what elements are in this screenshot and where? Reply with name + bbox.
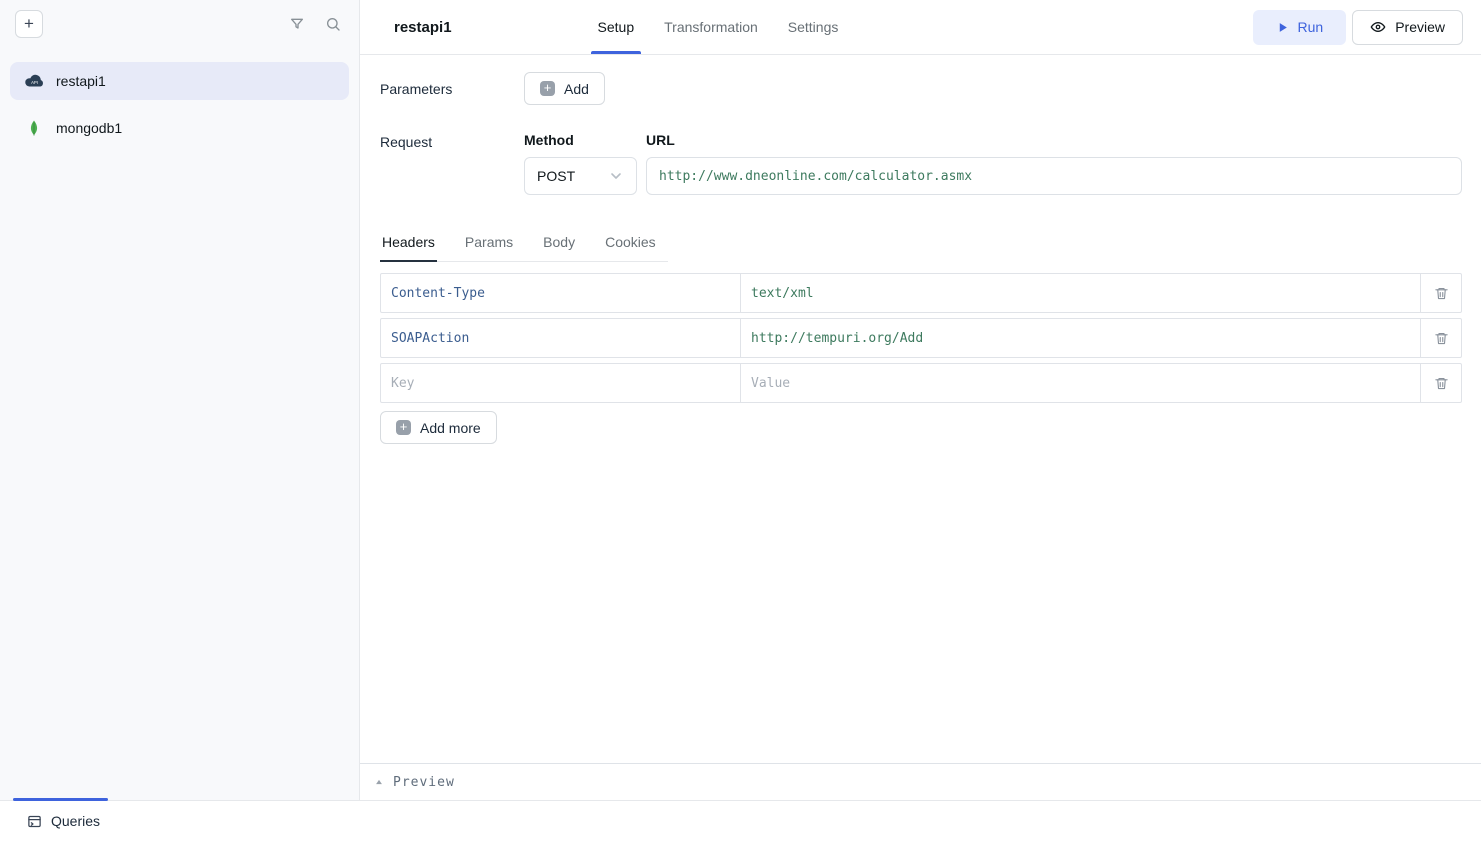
request-label: Request	[380, 132, 524, 195]
header-row	[380, 273, 1462, 313]
url-field: URL	[646, 132, 1462, 195]
queries-icon	[27, 814, 42, 829]
add-more-button[interactable]: + Add more	[380, 411, 497, 444]
main-row: + API restapi1	[0, 0, 1481, 800]
query-list: API restapi1 mongodb1	[0, 47, 359, 800]
query-editor-header: restapi1 Setup Transformation Settings R…	[360, 0, 1481, 55]
headers-table	[380, 273, 1462, 403]
collapse-up-icon	[374, 777, 384, 787]
parameters-row: Parameters + Add	[380, 72, 1462, 105]
delete-row-button[interactable]	[1420, 274, 1461, 312]
header-row-empty	[380, 363, 1462, 403]
setup-tab-content: Parameters + Add Request Method POST	[360, 55, 1481, 763]
add-parameter-label: Add	[564, 81, 589, 97]
header-value-input[interactable]	[741, 364, 1420, 402]
queries-tab-label: Queries	[51, 813, 100, 829]
query-list-sidebar: + API restapi1	[0, 0, 360, 800]
plus-icon: +	[396, 420, 411, 435]
filter-icon[interactable]	[286, 13, 308, 35]
header-key-input[interactable]	[381, 274, 740, 312]
query-item-mongodb1[interactable]: mongodb1	[10, 109, 349, 147]
queries-tab[interactable]: Queries	[14, 813, 100, 829]
header-key-cell	[381, 274, 741, 312]
tab-setup[interactable]: Setup	[598, 0, 635, 54]
header-key-cell	[381, 364, 741, 402]
add-more-label: Add more	[420, 420, 481, 436]
request-row: Request Method POST URL	[380, 132, 1462, 195]
subtab-body[interactable]: Body	[541, 227, 577, 261]
header-row	[380, 318, 1462, 358]
query-editor-panel: restapi1 Setup Transformation Settings R…	[360, 0, 1481, 800]
header-key-cell	[381, 319, 741, 357]
method-select[interactable]: POST	[524, 157, 637, 195]
chevron-down-icon	[608, 168, 624, 184]
mongodb-icon	[23, 117, 45, 139]
parameters-label: Parameters	[380, 81, 524, 97]
header-key-input[interactable]	[381, 319, 740, 357]
app-window: + API restapi1	[0, 0, 1481, 841]
preview-button-label: Preview	[1395, 19, 1445, 35]
delete-row-button[interactable]	[1420, 364, 1461, 402]
header-key-input[interactable]	[381, 364, 740, 402]
header-value-cell	[741, 274, 1420, 312]
header-value-cell	[741, 364, 1420, 402]
header-value-cell	[741, 319, 1420, 357]
search-icon[interactable]	[322, 13, 344, 35]
tab-transformation[interactable]: Transformation	[664, 0, 758, 54]
editor-tabs: Setup Transformation Settings	[598, 0, 839, 54]
header-value-input[interactable]	[741, 319, 1420, 357]
preview-button[interactable]: Preview	[1352, 10, 1463, 45]
play-icon	[1276, 21, 1289, 34]
eye-icon	[1370, 19, 1386, 35]
run-button-label: Run	[1298, 19, 1324, 35]
query-title: restapi1	[394, 0, 452, 54]
add-query-button[interactable]: +	[15, 10, 43, 38]
sidebar-toolbar: +	[0, 0, 359, 47]
query-item-label: mongodb1	[56, 120, 122, 136]
url-input[interactable]	[646, 157, 1462, 195]
add-more-row: + Add more	[380, 411, 1462, 444]
header-actions: Run Preview	[1253, 0, 1463, 54]
rest-api-icon: API	[23, 70, 45, 92]
preview-panel-label: Preview	[393, 775, 455, 790]
method-selected-value: POST	[537, 168, 575, 184]
url-label: URL	[646, 132, 1462, 148]
query-item-restapi1[interactable]: API restapi1	[10, 62, 349, 100]
subtab-params[interactable]: Params	[463, 227, 515, 261]
add-parameter-button[interactable]: + Add	[524, 72, 605, 105]
method-label: Method	[524, 132, 637, 148]
queries-tab-active-indicator	[13, 798, 108, 801]
tab-settings[interactable]: Settings	[788, 0, 839, 54]
query-item-label: restapi1	[56, 73, 106, 89]
header-value-input[interactable]	[741, 274, 1420, 312]
subtab-headers[interactable]: Headers	[380, 227, 437, 262]
run-button[interactable]: Run	[1253, 10, 1347, 45]
plus-icon: +	[540, 81, 555, 96]
method-field: Method POST	[524, 132, 637, 195]
subtab-cookies[interactable]: Cookies	[603, 227, 658, 261]
bottom-panel-bar: Queries	[0, 800, 1481, 841]
svg-text:API: API	[31, 80, 38, 85]
request-subtabs: Headers Params Body Cookies	[380, 227, 668, 262]
delete-row-button[interactable]	[1420, 319, 1461, 357]
preview-panel-toggle[interactable]: Preview	[360, 763, 1481, 800]
